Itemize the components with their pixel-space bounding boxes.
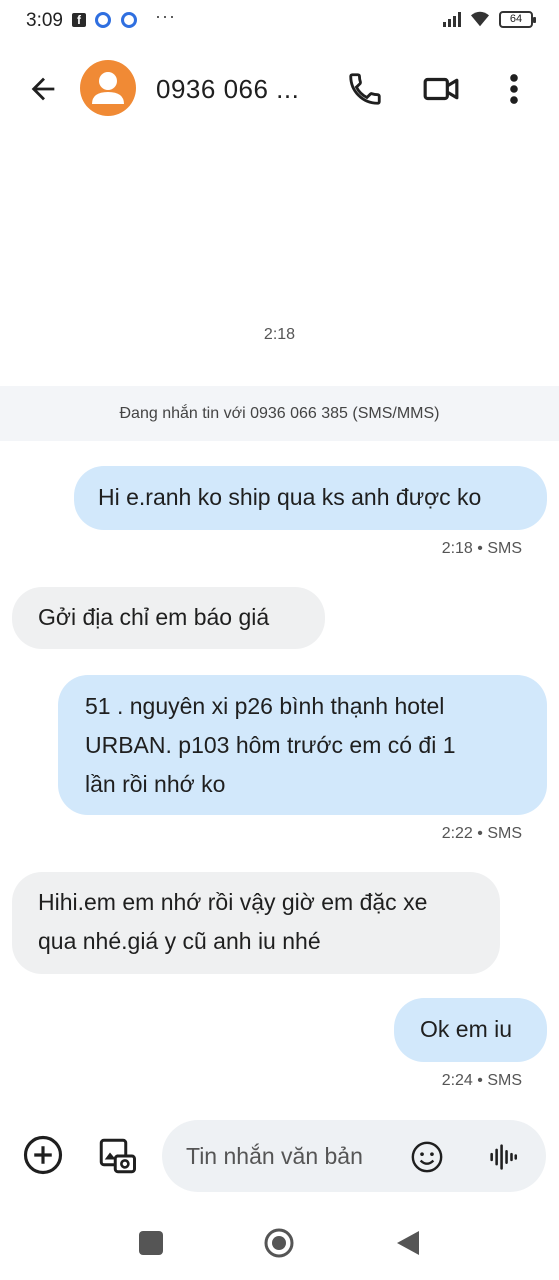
app-notification-icon bbox=[121, 12, 137, 28]
wifi-icon bbox=[471, 11, 489, 27]
emoji-icon[interactable] bbox=[410, 1140, 444, 1174]
message-meta: 2:22 • SMS bbox=[441, 825, 522, 842]
status-time: 3:09 bbox=[26, 10, 63, 31]
back-arrow-icon[interactable] bbox=[26, 72, 60, 106]
contact-name[interactable]: 0936 066 ... bbox=[156, 74, 299, 105]
message-line: 51 . nguyên xi p26 bình thạnh hotel bbox=[85, 693, 445, 719]
more-vert-icon[interactable] bbox=[500, 70, 528, 108]
contact-avatar[interactable] bbox=[80, 60, 136, 116]
message-input[interactable] bbox=[186, 1140, 396, 1172]
more-notifications-icon: ··· bbox=[155, 6, 176, 26]
time-separator: 2:18 bbox=[263, 326, 296, 343]
message-line: lần rồi nhớ ko bbox=[85, 771, 226, 797]
outgoing-message[interactable]: 51 . nguyên xi p26 bình thạnh hotel URBA… bbox=[58, 675, 547, 815]
incoming-message[interactable]: Hihi.em em nhớ rồi vậy giờ em đặc xe qua… bbox=[12, 872, 500, 974]
conversation-header: 0936 066 ... bbox=[0, 52, 559, 126]
video-call-icon[interactable] bbox=[420, 70, 462, 108]
message-line: URBAN. p103 hôm trước em có đi 1 bbox=[85, 732, 456, 758]
message-meta: 2:24 • SMS bbox=[441, 1072, 522, 1089]
info-banner: Đang nhắn tin với 0936 066 385 (SMS/MMS) bbox=[0, 386, 559, 441]
battery-icon: 64 bbox=[499, 10, 536, 28]
outgoing-message[interactable]: Ok em iu bbox=[394, 998, 547, 1062]
add-circle-icon[interactable] bbox=[22, 1134, 64, 1176]
facebook-icon: f bbox=[72, 13, 86, 27]
outgoing-message[interactable]: Hi e.ranh ko ship qua ks anh được ko bbox=[74, 466, 547, 530]
gallery-camera-icon[interactable] bbox=[96, 1134, 138, 1178]
incoming-message[interactable]: Gởi địa chỉ em báo giá bbox=[12, 587, 325, 649]
recent-apps-icon[interactable] bbox=[139, 1231, 163, 1255]
home-icon[interactable] bbox=[263, 1227, 295, 1259]
message-line: qua nhé.giá y cũ anh iu nhé bbox=[38, 928, 321, 954]
status-bar: 3:09 f ··· 64 bbox=[0, 0, 559, 44]
app-notification-icon bbox=[95, 12, 111, 28]
message-meta: 2:18 • SMS bbox=[441, 540, 522, 557]
voice-waveform-icon[interactable] bbox=[486, 1140, 520, 1174]
avatar-person-icon bbox=[92, 72, 124, 104]
message-line: Ok em iu bbox=[420, 1016, 513, 1042]
phone-icon[interactable] bbox=[346, 70, 384, 108]
message-line: Gởi địa chỉ em báo giá bbox=[38, 604, 270, 630]
message-line: Hi e.ranh ko ship qua ks anh được ko bbox=[98, 484, 482, 510]
nav-back-icon[interactable] bbox=[395, 1229, 421, 1257]
compose-field[interactable] bbox=[162, 1120, 546, 1192]
message-line: Hihi.em em nhớ rồi vậy giờ em đặc xe bbox=[38, 889, 428, 915]
signal-icon bbox=[443, 11, 461, 27]
status-icons: 64 bbox=[443, 10, 536, 28]
